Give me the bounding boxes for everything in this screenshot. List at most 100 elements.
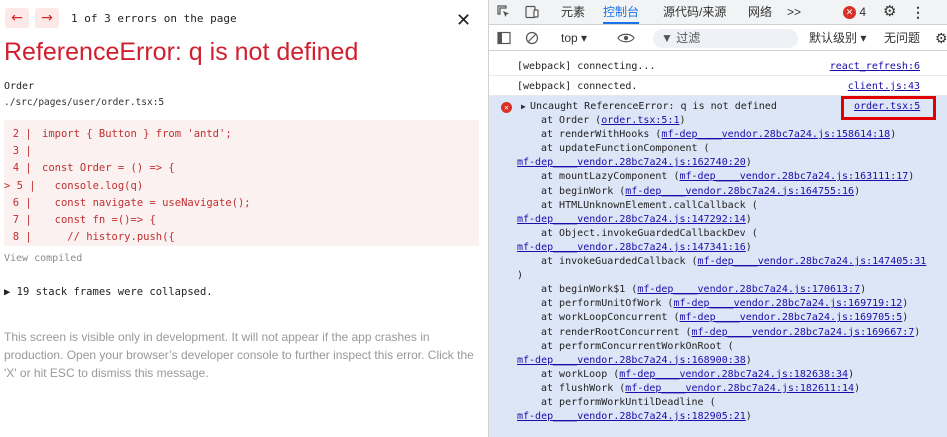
filter-icon: ▼: [661, 31, 673, 45]
tab-sources[interactable]: 源代码/来源: [663, 0, 726, 24]
kebab-menu-icon[interactable]: ⋮: [911, 0, 925, 24]
log-row: [webpack] connected. client.js:43: [489, 76, 947, 96]
file-path: ./src/pages/user/order.tsx:5: [4, 97, 165, 108]
stack-frame: at renderWithHooks (mf-dep____vendor.28b…: [541, 128, 896, 142]
stack-frame-text: ): [890, 129, 897, 141]
error-message[interactable]: Uncaught ReferenceError: q is not define…: [530, 100, 777, 114]
code-line: 2 | import { Button } from 'antd';: [4, 126, 479, 143]
stack-frame-text: ): [914, 326, 921, 338]
stack-frame: mf-dep____vendor.28bc7a24.js:168900:38): [517, 354, 752, 368]
stack-frame-link[interactable]: mf-dep____vendor.28bc7a24.js:147292:14: [517, 214, 746, 225]
stack-frame: at performUnitOfWork (mf-dep____vendor.2…: [541, 297, 908, 311]
stack-frame-link[interactable]: mf-dep____vendor.28bc7a24.js:168900:38: [517, 355, 746, 366]
error-counter-value: 4: [859, 5, 867, 19]
collapsed-frames-toggle[interactable]: ▶ 19 stack frames were collapsed.: [4, 286, 213, 298]
stack-frame-link[interactable]: mf-dep____vendor.28bc7a24.js:163111:17: [679, 171, 908, 182]
tab-elements[interactable]: 元素: [561, 0, 585, 24]
stack-frame-text: at performConcurrentWorkOnRoot (: [541, 340, 734, 352]
issues-button[interactable]: 无问题: [884, 26, 920, 50]
stack-frame-text: ): [848, 368, 855, 380]
stack-frame-text: ): [745, 354, 752, 366]
stack-frame-link[interactable]: mf-dep____vendor.28bc7a24.js:182611:14: [625, 383, 854, 394]
stack-frame-link[interactable]: order.tsx:5:1: [601, 115, 679, 126]
code-text: const Order = () => {: [42, 162, 175, 175]
stack-frame-text: at beginWork (: [541, 185, 626, 197]
device-toolbar-icon[interactable]: [525, 0, 539, 24]
stack-frame-link[interactable]: mf-dep____vendor.28bc7a24.js:182905:21: [517, 411, 746, 422]
stack-frame: mf-dep____vendor.28bc7a24.js:162740:20): [517, 156, 752, 170]
stack-frame: mf-dep____vendor.28bc7a24.js:147341:16): [517, 241, 752, 255]
log-source-link[interactable]: react_refresh:6: [830, 61, 920, 72]
stack-frame-text: at updateFunctionComponent (: [541, 143, 710, 155]
stack-frame-link[interactable]: mf-dep____vendor.28bc7a24.js:169667:7: [692, 327, 915, 338]
development-note: This screen is visible only in developme…: [4, 330, 474, 380]
stack-frame: at flushWork (mf-dep____vendor.28bc7a24.…: [541, 382, 860, 396]
stack-frame: at beginWork (mf-dep____vendor.28bc7a24.…: [541, 185, 860, 199]
code-text: const fn =()=> {: [42, 213, 156, 226]
stack-frame: at performConcurrentWorkOnRoot (: [541, 340, 734, 354]
devtools-panel: 元素 控制台 源代码/来源 网络 >> ✕ 4 ⚙ ⋮ top ▾ ▼ 过滤 默…: [488, 0, 947, 437]
line-number: 4 |: [12, 162, 38, 175]
stack-frame: at renderRootConcurrent (mf-dep____vendo…: [541, 326, 920, 340]
log-levels-dropdown[interactable]: 默认级别 ▾: [809, 26, 866, 50]
previous-error-button[interactable]: ←: [5, 8, 29, 28]
stack-frame-link[interactable]: mf-dep____vendor.28bc7a24.js:169719:12: [673, 298, 902, 309]
error-title: ReferenceError: q is not defined: [4, 38, 359, 66]
more-tabs-icon[interactable]: >>: [787, 0, 801, 24]
stack-frame-text: at renderWithHooks (: [541, 129, 662, 141]
code-line: 4 | const Order = () => {: [4, 160, 479, 177]
stack-frame: mf-dep____vendor.28bc7a24.js:147292:14): [517, 213, 752, 227]
stack-frame-link[interactable]: mf-dep____vendor.28bc7a24.js:164755:16: [625, 186, 854, 197]
next-error-button[interactable]: →: [35, 8, 59, 28]
error-counter[interactable]: ✕ 4: [843, 0, 866, 24]
tab-console[interactable]: 控制台: [603, 0, 640, 24]
stack-frame-link[interactable]: mf-dep____vendor.28bc7a24.js:182638:34: [619, 369, 848, 380]
stack-frame-text: ): [902, 298, 909, 310]
stack-frame-text: ): [745, 241, 752, 253]
tab-network[interactable]: 网络: [748, 0, 772, 24]
code-line: > 5 | console.log(q): [4, 178, 479, 195]
view-compiled-link[interactable]: View compiled: [4, 253, 82, 264]
stack-frame: at beginWork$1 (mf-dep____vendor.28bc7a2…: [541, 283, 866, 297]
stack-frame-text: ): [517, 270, 524, 282]
stack-frame-text: at performWorkUntilDeadline (: [541, 397, 716, 408]
stack-frame: at workLoopConcurrent (mf-dep____vendor.…: [541, 311, 908, 325]
live-expression-icon[interactable]: [617, 26, 635, 50]
filter-input[interactable]: ▼ 过滤: [653, 29, 798, 48]
sidebar-toggle-icon[interactable]: [497, 26, 511, 50]
error-log-entry: ✕ ▶ Uncaught ReferenceError: q is not de…: [489, 96, 947, 437]
stack-frame-text: at invokeGuardedCallback (: [541, 256, 698, 267]
stack-frame: at Object.invokeGuardedCallbackDev (: [541, 227, 758, 241]
gear-icon[interactable]: ⚙: [883, 0, 896, 24]
code-line: 3 |: [4, 143, 479, 160]
stack-frame-text: at Order (: [541, 115, 602, 126]
error-icon: ✕: [501, 102, 512, 113]
inspect-element-icon[interactable]: [497, 0, 511, 24]
stack-frame-text: at Object.invokeGuardedCallbackDev (: [541, 227, 758, 239]
stack-frame-link[interactable]: mf-dep____vendor.28bc7a24.js:158614:18: [661, 129, 890, 140]
code-line: 8 | // history.push({: [4, 229, 479, 246]
stack-frame-text: ): [745, 157, 752, 169]
close-icon[interactable]: ✕: [456, 12, 471, 30]
error-navigation: ← → 1 of 3 errors on the page: [5, 7, 237, 29]
stack-frame: at HTMLUnknownElement.callCallback (: [541, 199, 758, 213]
stack-frame-link[interactable]: mf-dep____vendor.28bc7a24.js:162740:20: [517, 157, 746, 168]
stack-frame-link[interactable]: mf-dep____vendor.28bc7a24.js:147341:16: [517, 242, 746, 253]
log-source-link[interactable]: client.js:43: [848, 81, 920, 92]
stack-frame-link[interactable]: mf-dep____vendor.28bc7a24.js:147405:31: [698, 256, 927, 267]
stack-frame-text: at beginWork$1 (: [541, 284, 638, 296]
log-row: [webpack] connecting... react_refresh:6: [489, 56, 947, 76]
clear-console-icon[interactable]: [525, 26, 539, 50]
stack-frame: at Order (order.tsx:5:1): [541, 114, 686, 128]
console-settings-gear-icon[interactable]: ⚙: [935, 26, 947, 50]
log-message: [webpack] connecting...: [517, 61, 656, 72]
stack-frame-text: at mountLazyComponent (: [541, 171, 680, 183]
stack-frame-link[interactable]: mf-dep____vendor.28bc7a24.js:169705:5: [679, 312, 902, 323]
expand-triangle-icon[interactable]: ▶: [521, 102, 526, 111]
stack-frame-text: ): [854, 185, 861, 197]
console-toolbar: top ▾ ▼ 过滤 默认级别 ▾ 无问题 ⚙: [489, 26, 947, 51]
error-badge-icon: ✕: [843, 6, 856, 20]
stack-frame-link[interactable]: mf-dep____vendor.28bc7a24.js:170613:7: [637, 284, 860, 295]
code-text: import { Button } from 'antd';: [42, 128, 232, 140]
context-selector[interactable]: top ▾: [561, 26, 587, 50]
